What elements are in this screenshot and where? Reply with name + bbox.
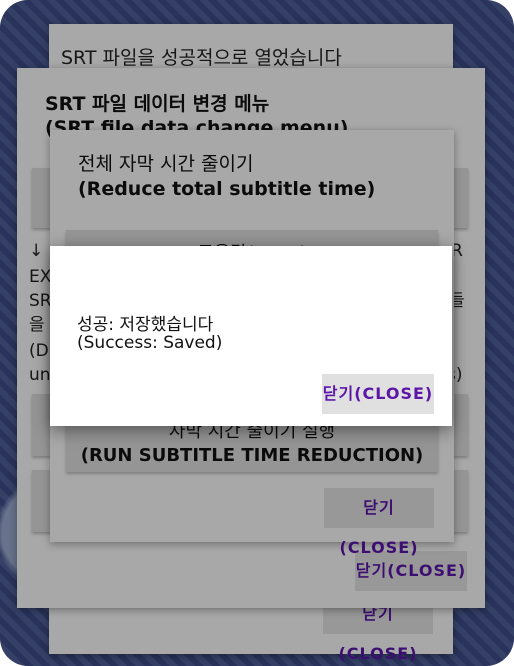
save-success-message-ko: 성공: 저장했습니다: [77, 315, 214, 335]
save-success-message-en: (Success: Saved): [77, 333, 223, 353]
save-success-close-button[interactable]: 닫기(CLOSE): [322, 374, 434, 414]
screen: SRT 파일을 성공적으로 열었습니다 닫기(CLOSE) SRT 파일 데이터…: [0, 0, 514, 666]
save-success-dialog: 성공: 저장했습니다 (Success: Saved) 닫기(CLOSE): [50, 246, 452, 426]
